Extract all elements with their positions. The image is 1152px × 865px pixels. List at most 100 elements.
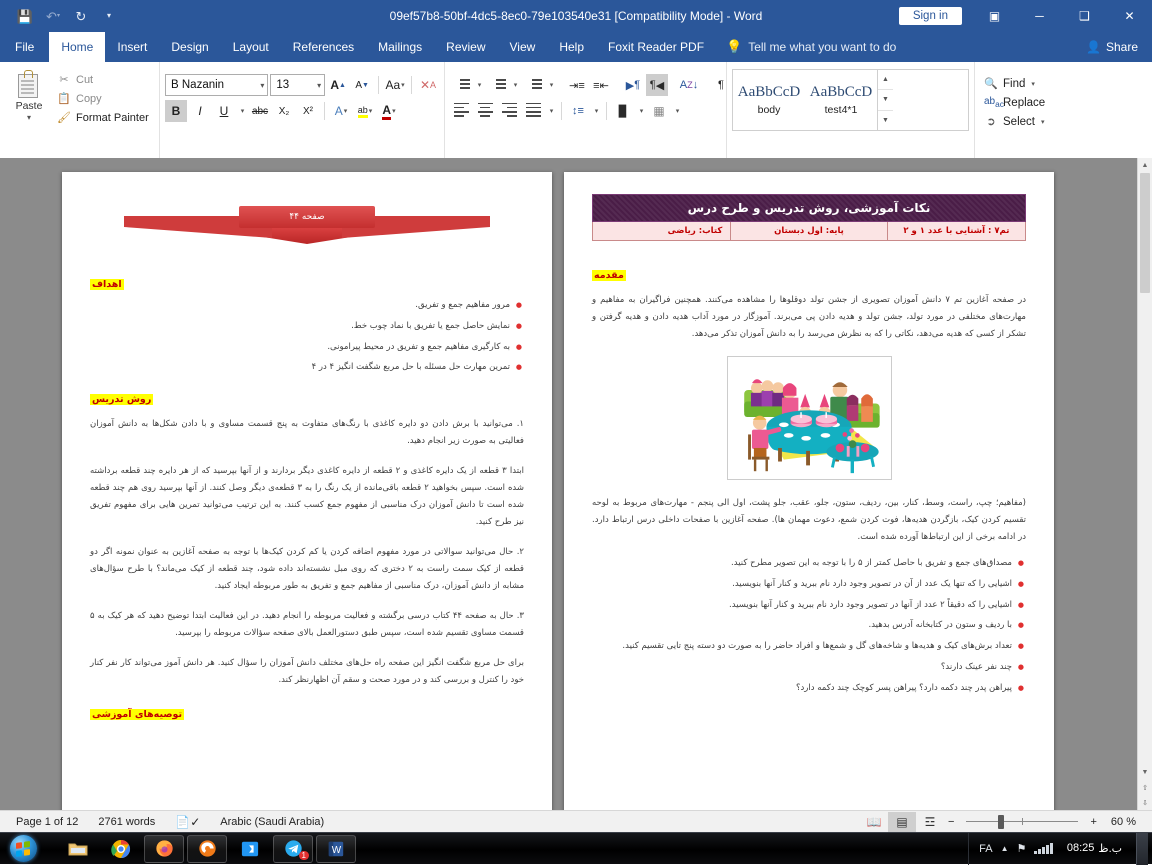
taskbar-items[interactable]: 1 W	[58, 835, 356, 863]
tab-review[interactable]: Review	[434, 32, 497, 62]
copy-button[interactable]: 📋 Copy	[53, 90, 153, 107]
show-hidden-icons-icon[interactable]: ▲	[1001, 844, 1009, 853]
ltr-text-direction-button[interactable]: ▶¶	[622, 74, 644, 96]
sort-button[interactable]: AZ↓	[678, 74, 700, 96]
clock[interactable]: ب.ظ 08:25	[1061, 842, 1128, 855]
show-desktop-button[interactable]	[1136, 833, 1148, 865]
word-icon[interactable]: W	[316, 835, 356, 863]
tab-design[interactable]: Design	[159, 32, 220, 62]
multilevel-dropdown-icon[interactable]: ▾	[546, 74, 556, 96]
ribbon-tabs[interactable]: File Home Insert Design Layout Reference…	[0, 32, 1152, 62]
tab-mailings[interactable]: Mailings	[366, 32, 434, 62]
format-painter-button[interactable]: 🖌 Format Painter	[53, 109, 153, 126]
change-case-button[interactable]: Aa▾	[384, 74, 406, 96]
document-canvas[interactable]: صفحه ۴۴ اهداف مرور مفاهیم جمع و تفریق. ن…	[0, 158, 1152, 810]
zoom-in-button[interactable]: +	[1086, 816, 1100, 828]
styles-more-icon[interactable]: ▼	[878, 111, 893, 130]
page-indicator[interactable]: Page 1 of 12	[6, 816, 88, 828]
tab-file[interactable]: File	[0, 32, 49, 62]
zoom-out-button[interactable]: −	[944, 816, 958, 828]
proofing-icon[interactable]: 📄✓	[165, 815, 210, 829]
subscript-button[interactable]: X₂	[273, 100, 295, 122]
bullets-dropdown-icon[interactable]: ▾	[474, 74, 484, 96]
document-page-right[interactable]: نکات آموزشی، روش تدریس و طرح درس تم۷ : آ…	[564, 172, 1054, 810]
bullets-button[interactable]	[450, 74, 472, 96]
close-button[interactable]: ✕	[1107, 0, 1152, 32]
browser-icon[interactable]	[187, 835, 227, 863]
multilevel-list-button[interactable]	[522, 74, 544, 96]
quick-access-toolbar[interactable]: 💾 ↶▾ ↻ ▾	[0, 4, 122, 28]
underline-button[interactable]: U	[213, 100, 235, 122]
align-left-button[interactable]	[450, 100, 472, 122]
borders-dropdown-icon[interactable]: ▾	[672, 100, 682, 122]
scroll-up-icon[interactable]: ▲	[1138, 158, 1152, 173]
tab-insert[interactable]: Insert	[105, 32, 159, 62]
line-spacing-button[interactable]: ↕≡	[567, 100, 589, 122]
borders-button[interactable]: ▦	[648, 100, 670, 122]
font-color-button[interactable]: A▾	[378, 100, 400, 122]
signal-icon[interactable]	[1034, 843, 1053, 854]
zoom-level[interactable]: 60 %	[1101, 816, 1146, 828]
shading-button[interactable]: ▉	[612, 100, 634, 122]
shading-dropdown-icon[interactable]: ▾	[636, 100, 646, 122]
foxit-icon[interactable]	[230, 835, 270, 863]
tab-view[interactable]: View	[498, 32, 548, 62]
rtl-text-direction-button[interactable]: ¶◀	[646, 74, 668, 96]
superscript-button[interactable]: X²	[297, 100, 319, 122]
style-item-test4-1[interactable]: AaBbCcD test4*1	[805, 70, 877, 130]
print-layout-view-button[interactable]: ▤	[888, 812, 916, 832]
scroll-down-icon[interactable]: ▼	[1138, 765, 1152, 780]
underline-dropdown-icon[interactable]: ▾	[237, 100, 247, 122]
zoom-slider-thumb[interactable]	[998, 815, 1004, 829]
select-button[interactable]: ➲ Select ▾	[980, 112, 1085, 131]
shrink-font-button[interactable]: A▼	[351, 74, 373, 96]
increase-indent-button[interactable]: ≡⇤	[590, 74, 612, 96]
text-effects-button[interactable]: A▾	[330, 100, 352, 122]
clear-formatting-icon[interactable]: ✕A	[417, 74, 439, 96]
web-layout-view-button[interactable]: ☲	[916, 812, 944, 832]
cut-button[interactable]: ✂ Cut	[53, 71, 153, 88]
customize-qat-icon[interactable]: ▾	[96, 4, 122, 28]
minimize-button[interactable]: ─	[1017, 0, 1062, 32]
word-count[interactable]: 2761 words	[88, 816, 165, 828]
find-button[interactable]: 🔍 Find ▾	[980, 74, 1085, 93]
styles-scroll-down-icon[interactable]: ▼	[878, 90, 893, 110]
grow-font-button[interactable]: A▲	[327, 74, 349, 96]
start-button[interactable]	[0, 834, 46, 864]
paste-dropdown-icon[interactable]: ▾	[27, 113, 31, 122]
vertical-scrollbar[interactable]: ▲ ▼ ⇧ ⇩	[1137, 158, 1152, 810]
next-page-icon[interactable]: ⇩	[1138, 795, 1152, 810]
styles-gallery[interactable]: AaBbCcD body AaBbCcD test4*1 ▲ ▼ ▼	[732, 69, 969, 131]
replace-button[interactable]: abac Replace	[980, 93, 1085, 112]
birthday-party-image[interactable]	[728, 357, 891, 479]
share-button[interactable]: 👤 Share	[1072, 32, 1152, 62]
decrease-indent-button[interactable]: ⇥≡	[566, 74, 588, 96]
scrollbar-thumb[interactable]	[1140, 173, 1150, 293]
line-spacing-dropdown-icon[interactable]: ▾	[591, 100, 601, 122]
firefox-icon[interactable]	[144, 835, 184, 863]
language-indicator[interactable]: Arabic (Saudi Arabia)	[210, 816, 334, 828]
align-center-button[interactable]	[474, 100, 496, 122]
tab-layout[interactable]: Layout	[221, 32, 281, 62]
save-icon[interactable]: 💾	[12, 4, 38, 28]
tab-references[interactable]: References	[281, 32, 366, 62]
previous-page-icon[interactable]: ⇧	[1138, 780, 1152, 795]
tab-home[interactable]: Home	[49, 32, 105, 62]
style-item-body[interactable]: AaBbCcD body	[733, 70, 805, 130]
numbering-button[interactable]	[486, 74, 508, 96]
tell-me-box[interactable]: 💡 Tell me what you want to do	[716, 32, 906, 62]
styles-scroll-up-icon[interactable]: ▲	[878, 70, 893, 90]
chrome-icon[interactable]	[101, 835, 141, 863]
strikethrough-button[interactable]: abc	[249, 100, 271, 122]
font-size-combo[interactable]: 13 ▾	[270, 74, 325, 96]
account-icon[interactable]: ▣	[972, 0, 1017, 32]
tab-foxit-reader-pdf[interactable]: Foxit Reader PDF	[596, 32, 716, 62]
file-explorer-icon[interactable]	[58, 835, 98, 863]
network-icon[interactable]: ⚑	[1017, 842, 1027, 855]
read-mode-view-button[interactable]: 📖	[860, 812, 888, 832]
justify-button[interactable]	[522, 100, 544, 122]
language-indicator-tray[interactable]: FA	[979, 843, 992, 855]
restore-button[interactable]: ❑	[1062, 0, 1107, 32]
bold-button[interactable]: B	[165, 100, 187, 122]
tab-help[interactable]: Help	[547, 32, 596, 62]
